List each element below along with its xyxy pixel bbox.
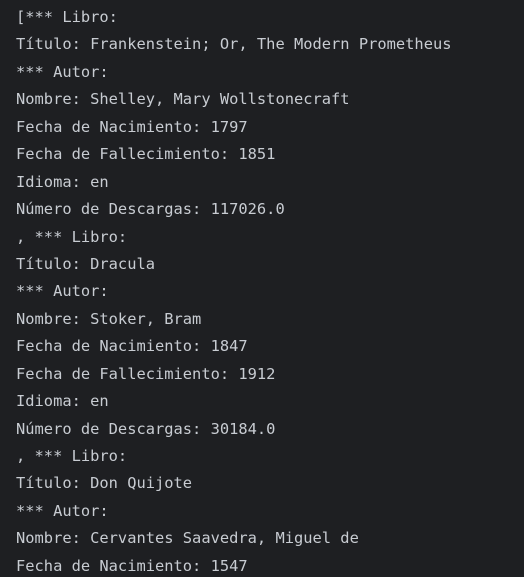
console-line-name: Nombre: Shelley, Mary Wollstonecraft	[16, 90, 350, 109]
console-line-death: Fecha de Fallecimiento: 1912	[16, 364, 276, 383]
console-line-title: Título: Frankenstein; Or, The Modern Pro…	[16, 35, 452, 54]
console-line-downloads: Número de Descargas: 30184.0	[16, 419, 276, 438]
console-line-title: Título: Don Quijote	[16, 474, 193, 493]
console-line-title: Título: Dracula	[16, 254, 155, 273]
console-line-book-header: , *** Libro:	[16, 447, 128, 465]
console-line-birth: Fecha de Nacimiento: 1797	[16, 117, 248, 136]
console-output: [*** Libro: Título: Frankenstein; Or, Th…	[0, 0, 524, 577]
console-line-name: Nombre: Stoker, Bram	[16, 309, 202, 328]
console-line-downloads: Número de Descargas: 117026.0	[16, 200, 285, 219]
console-line-birth: Fecha de Nacimiento: 1547	[16, 556, 248, 575]
console-line-language: Idioma: en	[16, 172, 109, 191]
console-line-author-header: *** Autor:	[16, 501, 109, 520]
console-line-language: Idioma: en	[16, 392, 109, 411]
console-line-author-header: *** Autor:	[16, 62, 109, 81]
console-line-author-header: *** Autor:	[16, 282, 109, 301]
console-line-name: Nombre: Cervantes Saavedra, Miguel de	[16, 529, 359, 548]
console-line-birth: Fecha de Nacimiento: 1847	[16, 337, 248, 356]
console-line-book-header: [*** Libro:	[16, 8, 118, 26]
console-line-book-header: , *** Libro:	[16, 227, 128, 246]
console-line-death: Fecha de Fallecimiento: 1851	[16, 145, 276, 164]
